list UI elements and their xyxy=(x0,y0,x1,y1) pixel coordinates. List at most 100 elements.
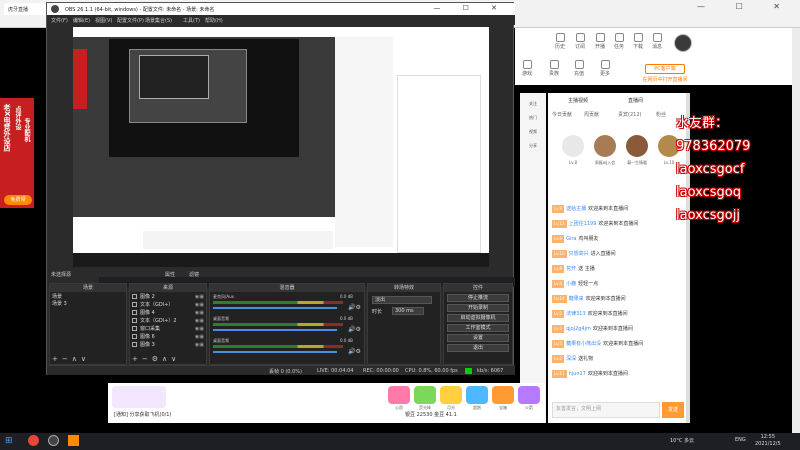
eye-icon[interactable]: ◉▣ xyxy=(195,318,204,325)
exit-button[interactable]: 退出 xyxy=(447,344,509,352)
chat-username[interactable]: 只想高兴 xyxy=(569,251,589,257)
transition-select[interactable]: 淡出 xyxy=(372,296,432,304)
nav-broadcast[interactable]: 开播 xyxy=(592,33,608,50)
nav-download[interactable]: 下载 xyxy=(630,33,646,50)
eye-icon[interactable]: ◉▣ xyxy=(195,326,204,333)
tab-live-room[interactable]: 直播间 xyxy=(628,97,643,104)
sidebar-hot[interactable]: 热门 xyxy=(522,115,544,121)
volume-slider[interactable] xyxy=(213,329,337,331)
avatar[interactable] xyxy=(674,34,692,52)
source-item[interactable]: 文本（GDI+）2 ◉▣ xyxy=(132,318,206,325)
chrome-taskbar-icon[interactable] xyxy=(28,435,39,446)
menu-scene-collection[interactable]: 场景集合(S) xyxy=(145,17,172,24)
chat-username[interactable]: 糖果来 xyxy=(569,296,584,302)
sources-toolbar[interactable]: +−⚙∧∨ xyxy=(132,355,180,363)
sidebar-share[interactable]: 分享 xyxy=(522,143,544,149)
nav-recharge[interactable]: 充值 xyxy=(570,60,588,77)
menu-file[interactable]: 文件(F) xyxy=(51,17,68,24)
speaker-icon[interactable]: 🔊⚙ xyxy=(348,326,361,333)
obs-preview[interactable] xyxy=(73,27,515,287)
tab-week-contrib[interactable]: 周贡献 xyxy=(584,111,599,118)
nav-game[interactable]: 游戏 xyxy=(518,60,536,77)
duration-input[interactable]: 300 ms xyxy=(392,307,424,315)
nav-history[interactable]: 历史 xyxy=(552,33,568,50)
browser-window-controls[interactable]: — ☐ ✕ xyxy=(697,2,794,11)
source-item[interactable]: 图像 4 ◉▣ xyxy=(132,310,206,317)
chat-input[interactable]: 友善发言，文明上网 xyxy=(552,402,660,418)
chat-username[interactable]: 深深 xyxy=(566,356,576,362)
speaker-icon[interactable]: 🔊⚙ xyxy=(348,348,361,355)
rank-avatar-2[interactable] xyxy=(594,135,616,157)
source-item[interactable]: 图像 3 ◉▣ xyxy=(132,342,206,349)
menu-help[interactable]: 帮助(H) xyxy=(205,17,223,24)
pc-client-button[interactable]: PC客户端 xyxy=(645,64,685,74)
tab-vip[interactable]: 贵宾(212) xyxy=(618,111,641,118)
source-item[interactable]: 文本（GDI+） ◉▣ xyxy=(132,302,206,309)
gift-icon[interactable] xyxy=(518,386,540,404)
tab-anchor-video[interactable]: 主播视频 xyxy=(568,97,588,104)
nav-subscribe[interactable]: 订阅 xyxy=(572,33,588,50)
menu-edit[interactable]: 编辑(E) xyxy=(73,17,90,24)
gift-promo[interactable] xyxy=(112,386,166,408)
chat-username[interactable]: 送给主播 xyxy=(566,206,586,212)
shop-banner[interactable]: 老X电竞外设店 点评外设 专业配机 xyxy=(0,98,34,208)
source-item[interactable]: 图像 2 ◉▣ xyxy=(132,294,206,301)
scene-item[interactable]: 场景 xyxy=(52,294,62,301)
gift-icon[interactable] xyxy=(440,386,462,404)
menu-profile[interactable]: 配置文件(P) xyxy=(117,17,144,24)
chat-username[interactable]: 糖果有小熊出没 xyxy=(566,341,601,347)
source-item[interactable]: 窗口采集 ◉▣ xyxy=(132,326,206,333)
scene-item[interactable]: 场景 3 xyxy=(52,301,67,308)
source-item[interactable]: 图像 6 ◉▣ xyxy=(132,334,206,341)
rank-avatar-3[interactable] xyxy=(626,135,648,157)
open-in-page-link[interactable]: 在网页中打开直播间 xyxy=(640,76,690,84)
filters-button[interactable]: 滤镜 xyxy=(189,271,199,278)
speaker-icon[interactable]: 🔊⚙ xyxy=(348,304,361,311)
settings-button[interactable]: 设置 xyxy=(447,334,509,342)
eye-icon[interactable]: ◉▣ xyxy=(195,302,204,309)
windows-start-icon[interactable]: ⊞ xyxy=(5,436,13,446)
nav-noble[interactable]: 贵族 xyxy=(545,60,563,77)
chat-username[interactable]: 小鹿 xyxy=(566,281,576,287)
eye-icon[interactable]: ◉▣ xyxy=(195,310,204,317)
start-recording-button[interactable]: 开始录制 xyxy=(447,304,509,312)
chat-username[interactable]: 上团住1199 xyxy=(569,221,597,227)
chat-username[interactable]: Gira xyxy=(566,236,576,242)
virtual-camera-button[interactable]: 启动虚拟摄像机 xyxy=(447,314,509,322)
tab-today-contrib[interactable]: 今日贡献 xyxy=(552,111,572,118)
nav-message[interactable]: 消息 xyxy=(649,33,665,50)
nav-more[interactable]: 更多 xyxy=(596,60,614,77)
eye-icon[interactable]: ◉▣ xyxy=(195,294,204,301)
gift-icon[interactable] xyxy=(492,386,514,404)
chat-username[interactable]: 法律313 xyxy=(566,311,586,317)
scenes-toolbar[interactable]: +−∧∨ xyxy=(52,355,90,363)
tab-fans[interactable]: 粉丝 xyxy=(656,111,666,118)
tray-language[interactable]: ENG xyxy=(735,437,746,443)
free-claim-badge[interactable]: 免费领 xyxy=(4,195,32,205)
volume-slider[interactable] xyxy=(213,307,337,309)
browser-tab[interactable]: 虎牙直播 xyxy=(4,3,46,15)
sidebar-video[interactable]: 视频 xyxy=(522,129,544,135)
obs-window-controls[interactable]: — ☐ ✕ xyxy=(433,4,507,12)
chat-username[interactable]: hjun17 xyxy=(569,371,586,377)
stop-streaming-button[interactable]: 停止推流 xyxy=(447,294,509,302)
sidebar-follow[interactable]: 关注 xyxy=(522,101,544,107)
menu-view[interactable]: 视图(V) xyxy=(95,17,112,24)
page-scrollbar[interactable] xyxy=(792,28,800,433)
tray-weather[interactable]: 10°C 多云 xyxy=(670,437,694,444)
studio-mode-button[interactable]: 工作室模式 xyxy=(447,324,509,332)
volume-slider[interactable] xyxy=(213,351,337,353)
tray-clock[interactable]: 12:55 2021/12/5 xyxy=(755,434,781,448)
properties-button[interactable]: 属性 xyxy=(165,271,175,278)
send-button[interactable]: 发送 xyxy=(662,402,684,418)
share-notice[interactable]: [通知] 分享获取飞机(0/1) xyxy=(114,411,171,418)
eye-icon[interactable]: ◉▣ xyxy=(195,342,204,349)
gift-icon[interactable] xyxy=(466,386,488,404)
rank-avatar-1[interactable] xyxy=(562,135,584,157)
huya-taskbar-icon[interactable] xyxy=(68,435,79,446)
obs-window[interactable]: OBS 26.1.1 (64-bit, windows) - 配置文件: 未命名… xyxy=(46,2,515,375)
nav-task[interactable]: 任务 xyxy=(611,33,627,50)
eye-icon[interactable]: ◉▣ xyxy=(195,334,204,341)
menu-tools[interactable]: 工具(T) xyxy=(183,17,200,24)
chat-username[interactable]: qjoj2g4jm xyxy=(566,326,591,332)
